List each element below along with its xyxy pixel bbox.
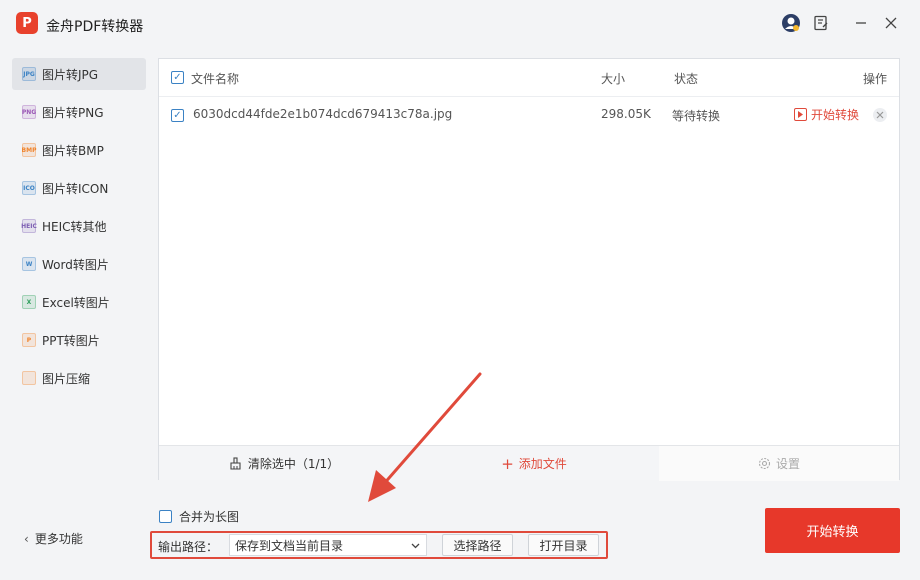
add-file-label: 添加文件 [518,457,567,471]
file-size: 298.05K [601,107,651,121]
chevron-left-icon: ‹ [24,531,29,546]
feedback-icon[interactable] [810,12,832,34]
heic-icon: HEIC [21,219,37,233]
sidebar-item-label: 图片压缩 [42,371,91,386]
chevron-down-icon [411,541,420,550]
sidebar-item-jpg[interactable]: JPG 图片转JPG [12,58,146,90]
ppt-icon: P [22,333,36,347]
clear-selected-label: 清除选中（1/1） [247,457,340,471]
app-title: 金舟PDF转换器 [46,19,144,35]
header-name: 文件名称 [191,72,240,86]
sidebar-item-bmp[interactable]: BMP 图片转BMP [12,134,146,166]
app-logo: P [16,12,38,34]
file-list-panel: ✓ 文件名称 大小 状态 操作 ✓ 6030dcd44fde2e1b074dcd… [158,58,900,481]
file-name: 6030dcd44fde2e1b074dcd679413c78a.jpg [193,107,453,121]
open-folder-button[interactable]: 打开目录 [528,534,599,556]
output-path-value: 保存到文档当前目录 [235,538,344,553]
sidebar-item-label: 图片转PNG [42,105,104,120]
header-size: 大小 [601,72,626,86]
broom-icon [229,457,242,470]
header-action: 操作 [863,72,888,86]
output-path-select[interactable]: 保存到文档当前目录 [229,534,427,556]
choose-path-button[interactable]: 选择路径 [442,534,513,556]
merge-checkbox[interactable] [159,510,172,523]
excel-icon: X [22,295,36,309]
start-convert-button[interactable]: 开始转换 [765,508,900,553]
jpg-icon: JPG [22,67,36,81]
panel-footer: 清除选中（1/1） + 添加文件 设置 [159,445,899,481]
user-avatar-icon[interactable] [780,12,802,34]
sidebar-item-compress[interactable]: 图片压缩 [12,362,146,394]
more-features-link[interactable]: ‹ 更多功能 [24,530,83,547]
compress-icon [22,371,36,385]
select-all-checkbox[interactable]: ✓ [171,71,184,84]
merge-label: 合并为长图 [179,510,240,524]
minimize-icon[interactable] [850,12,872,34]
sidebar-item-word[interactable]: W Word转图片 [12,248,146,280]
ico-icon: ICO [22,181,36,195]
table-header: ✓ 文件名称 大小 状态 操作 [159,59,899,97]
sidebar-item-ppt[interactable]: P PPT转图片 [12,324,146,356]
file-status: 等待转换 [672,109,721,123]
header-status: 状态 [674,72,699,86]
table-row[interactable]: ✓ 6030dcd44fde2e1b074dcd679413c78a.jpg 2… [159,97,899,133]
word-icon: W [22,257,36,271]
row-checkbox[interactable]: ✓ [171,109,184,122]
annotation-arrow [368,372,482,502]
png-icon: PNG [22,105,36,119]
more-features-label: 更多功能 [34,532,83,546]
sidebar-item-label: Excel转图片 [42,295,110,310]
sidebar-item-png[interactable]: PNG 图片转PNG [12,96,146,128]
settings-label: 设置 [775,457,800,471]
sidebar-item-label: Word转图片 [42,257,109,272]
settings-button[interactable]: 设置 [659,446,899,481]
play-icon [794,108,807,121]
gear-icon [758,457,771,470]
output-path-label: 输出路径： [158,540,219,554]
sidebar-item-label: 图片转ICON [42,181,109,196]
close-icon[interactable] [880,12,902,34]
row-start-convert-button[interactable]: 开始转换 [794,106,859,123]
sidebar-item-label: 图片转BMP [42,143,104,158]
bmp-icon: BMP [22,143,36,157]
sidebar-item-excel[interactable]: X Excel转图片 [12,286,146,318]
sidebar-item-label: PPT转图片 [42,333,100,348]
output-path-row: 输出路径： 保存到文档当前目录 选择路径 打开目录 [150,531,608,559]
sidebar-item-heic[interactable]: HEIC HEIC转其他 [12,210,146,242]
plus-icon: + [501,454,514,473]
sidebar-item-label: 图片转JPG [42,67,99,82]
remove-row-icon[interactable] [873,108,887,122]
row-start-convert-label: 开始转换 [811,108,860,122]
sidebar-item-ico[interactable]: ICO 图片转ICON [12,172,146,204]
sidebar-item-label: HEIC转其他 [42,219,107,234]
merge-option[interactable]: 合并为长图 [159,508,239,525]
